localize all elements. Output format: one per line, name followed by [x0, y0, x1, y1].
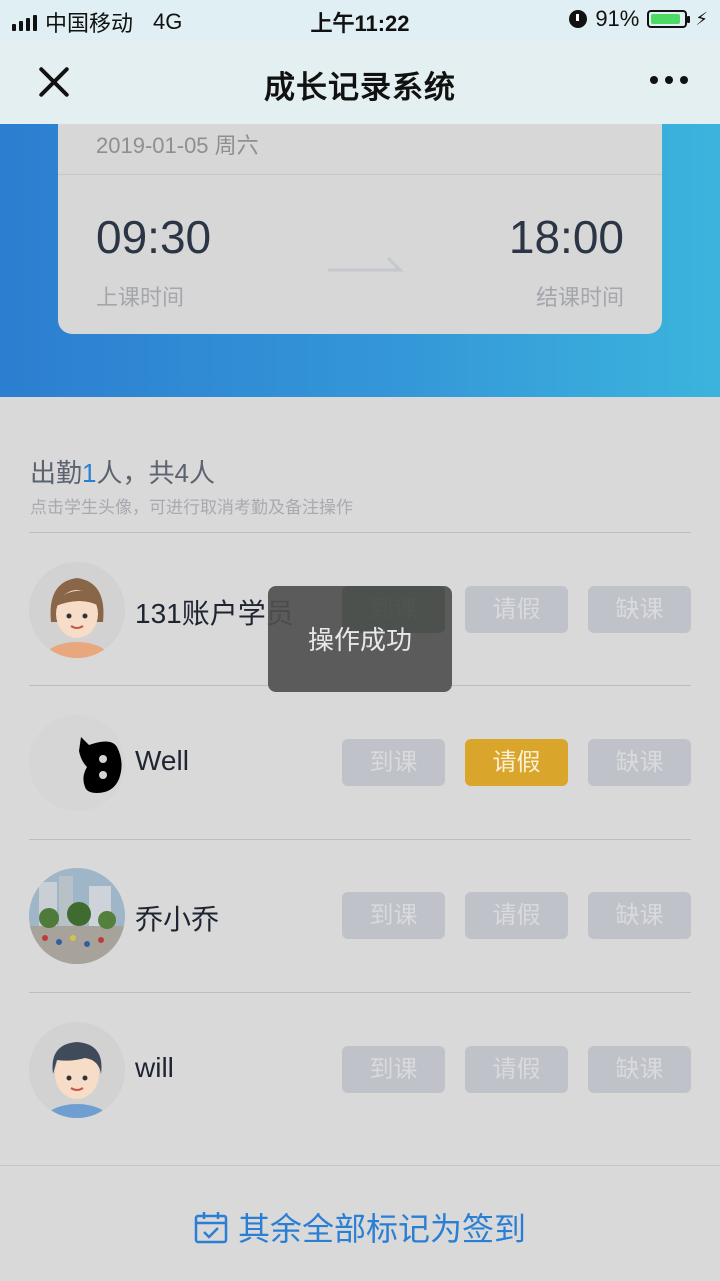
mark-all-button[interactable]: 其余全部标记为签到: [0, 1204, 720, 1250]
success-toast: 操作成功: [268, 586, 452, 692]
calendar-check-icon: [194, 1212, 228, 1244]
card-divider: [58, 174, 662, 175]
student-avatar[interactable]: [29, 562, 125, 658]
charging-icon: ⚡: [695, 8, 708, 29]
lesson-date: 2019-01-05 周六: [96, 133, 259, 158]
photo-avatar-icon: [29, 868, 125, 964]
mark-all-label: 其余全部标记为签到: [237, 1211, 526, 1247]
lesson-time-card: 2019-01-05 周六 09:30 上课时间 18:00 结课时间: [58, 124, 662, 334]
battery-percent: 91%: [595, 6, 640, 31]
summary-prefix: 出勤: [30, 458, 83, 488]
end-time: 18:00: [508, 211, 624, 263]
absent-button[interactable]: 缺课: [588, 892, 691, 939]
absent-button[interactable]: 缺课: [588, 586, 691, 633]
battery-icon: [647, 10, 691, 28]
present-button[interactable]: 到课: [342, 1046, 445, 1093]
page-title: 成长记录系统: [264, 70, 456, 105]
start-time: 09:30: [96, 211, 212, 263]
divider: [29, 532, 691, 533]
leave-button[interactable]: 请假: [465, 892, 568, 939]
absent-button[interactable]: 缺课: [588, 739, 691, 786]
status-bar: 中国移动 4G 上午11:22 91% ⚡: [0, 0, 720, 40]
alarm-icon: [569, 10, 588, 28]
present-button[interactable]: 到课: [342, 739, 445, 786]
banner: 2019-01-05 周六 09:30 上课时间 18:00 结课时间: [0, 124, 720, 397]
absent-button[interactable]: 缺课: [588, 1046, 691, 1093]
student-avatar[interactable]: [29, 1022, 125, 1118]
student-name: will: [135, 1052, 174, 1083]
end-time-label: 结课时间: [535, 285, 624, 310]
student-row: will 到课 请假 缺课: [0, 1022, 720, 1122]
student-row: Well 到课 请假 缺课: [0, 715, 720, 815]
arrow-right-icon: [328, 256, 404, 272]
leave-button[interactable]: 请假: [465, 586, 568, 633]
cat-avatar-icon: [29, 715, 125, 811]
attendance-hint: 点击学生头像，可进行取消考勤及备注操作: [30, 498, 353, 517]
divider: [29, 992, 691, 993]
student-avatar[interactable]: [29, 715, 125, 811]
student-name: Well: [135, 745, 189, 776]
attendance-section: 出勤1人，共4人 点击学生头像，可进行取消考勤及备注操作 131账户学员 到课 …: [0, 417, 720, 1280]
present-count: 1: [82, 458, 97, 488]
boy-avatar-icon: [29, 1022, 125, 1118]
divider: [29, 839, 691, 840]
leave-button[interactable]: 请假: [465, 1046, 568, 1093]
girl-avatar-icon: [29, 562, 125, 658]
attendance-summary: 出勤1人，共4人: [30, 453, 215, 490]
student-avatar[interactable]: [29, 868, 125, 964]
nav-bar: 成长记录系统: [0, 40, 720, 124]
present-button[interactable]: 到课: [342, 892, 445, 939]
student-name: 乔小乔: [135, 904, 220, 935]
more-icon[interactable]: [650, 76, 688, 84]
start-time-label: 上课时间: [96, 285, 185, 310]
bottom-bar: 其余全部标记为签到: [0, 1165, 720, 1281]
leave-button[interactable]: 请假: [465, 739, 568, 786]
status-right: 91% ⚡: [569, 6, 708, 32]
student-row: 乔小乔 到课 请假 缺课: [0, 868, 720, 968]
summary-suffix: 人，共4人: [96, 458, 215, 488]
